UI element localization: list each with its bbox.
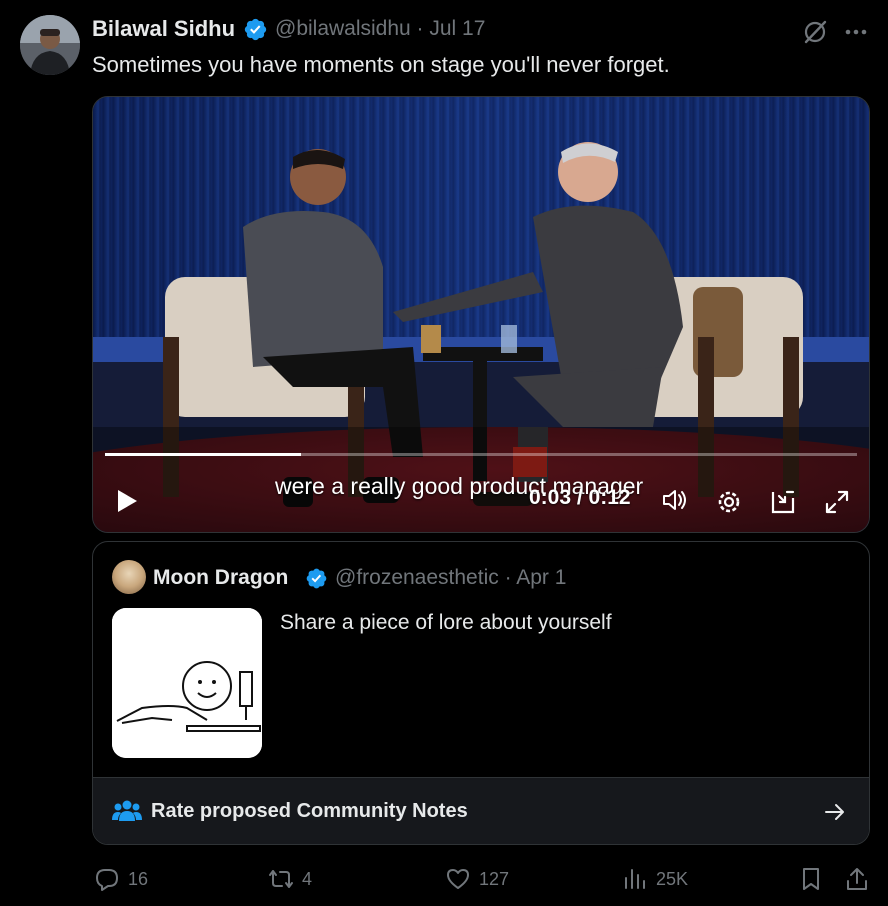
quoted-author-name[interactable]: Moon Dragon (153, 566, 288, 590)
quoted-author-handle-date[interactable]: @frozenaesthetic · Apr 1 (335, 566, 566, 590)
share-icon (847, 868, 867, 890)
community-notes-bar[interactable]: Rate proposed Community Notes (93, 777, 869, 844)
arrow-right-icon[interactable] (823, 800, 847, 824)
views-button[interactable]: 25K (622, 864, 688, 894)
repost-count: 4 (302, 868, 313, 889)
verified-badge-icon (306, 568, 327, 589)
community-notes-label[interactable]: Rate proposed Community Notes (151, 800, 468, 823)
views-icon (625, 869, 645, 889)
reply-count: 16 (128, 868, 149, 889)
quoted-author-avatar[interactable] (112, 560, 146, 594)
video-progress-bar[interactable] (105, 453, 857, 456)
share-button[interactable] (844, 864, 878, 894)
like-count: 127 (479, 868, 510, 889)
video-player[interactable]: were a really good product manager 0:03 … (92, 96, 870, 533)
author-avatar[interactable] (20, 15, 80, 75)
quoted-tweet-text: Share a piece of lore about yourself (280, 611, 612, 634)
video-frame (93, 97, 869, 532)
bookmark-button[interactable] (798, 864, 832, 894)
tweet-text: Sometimes you have moments on stage you'… (92, 52, 670, 77)
views-count: 25K (656, 868, 689, 889)
pip-icon[interactable] (769, 488, 797, 516)
fullscreen-icon[interactable] (823, 488, 851, 516)
reply-icon (96, 869, 118, 891)
repost-icon (269, 870, 293, 888)
video-time: 0:03 / 0:12 (529, 486, 631, 509)
quoted-tweet[interactable]: Moon Dragon @frozenaesthetic · Apr 1 Sha… (92, 541, 870, 845)
grok-icon[interactable] (802, 19, 828, 45)
quoted-tweet-image[interactable] (112, 608, 262, 758)
verified-badge-icon (244, 18, 267, 41)
reply-button[interactable]: 16 (94, 864, 148, 894)
stick-figure-drawing (112, 608, 262, 758)
volume-icon[interactable] (661, 486, 689, 514)
author-name[interactable]: Bilawal Sidhu (92, 16, 235, 42)
like-icon (447, 869, 469, 889)
author-handle-date[interactable]: @bilawalsidhu · Jul 17 (275, 17, 485, 41)
more-icon[interactable] (842, 28, 870, 36)
like-button[interactable]: 127 (445, 864, 509, 894)
bookmark-icon (803, 868, 819, 890)
people-icon (112, 800, 142, 821)
play-icon[interactable] (113, 487, 141, 515)
video-progress-fill (105, 453, 301, 456)
settings-icon[interactable] (715, 488, 743, 516)
repost-button[interactable]: 4 (268, 864, 312, 894)
